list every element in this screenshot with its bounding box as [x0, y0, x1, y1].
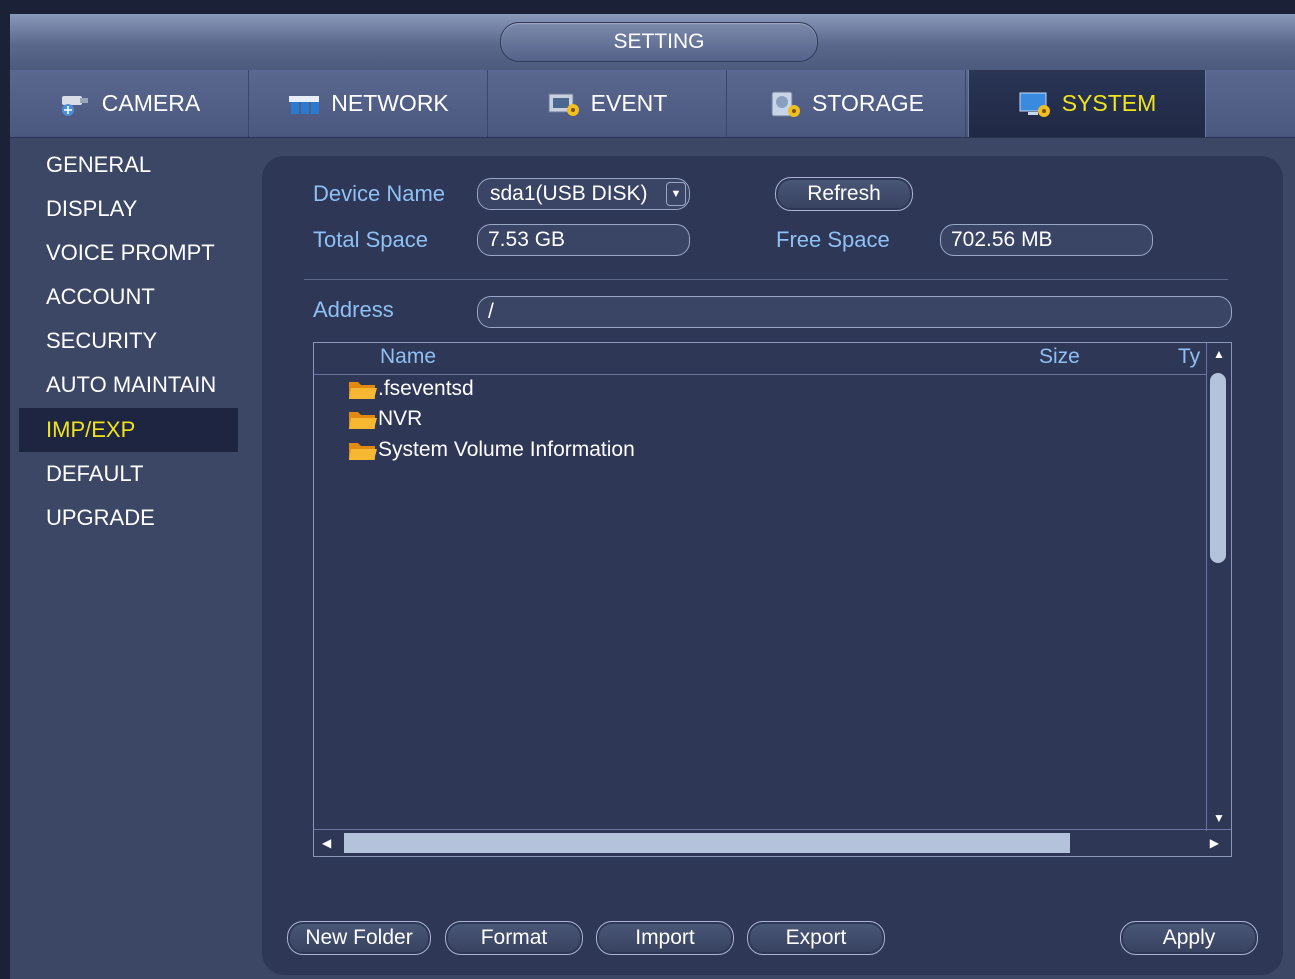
camera-icon: [61, 95, 88, 116]
format-button[interactable]: Format: [445, 921, 583, 955]
list-item[interactable]: System Volume Information: [348, 435, 635, 465]
device-name-value: sda1(USB DISK): [490, 182, 648, 205]
sidebar-item-display[interactable]: DISPLAY: [19, 187, 238, 231]
file-list[interactable]: Name Size Ty .fseventsd NVR System Volum…: [313, 342, 1232, 857]
tab-camera-label: CAMERA: [101, 90, 201, 116]
tab-bar: CAMERA NETWORK EVENT STORAGE SYSTEM: [10, 70, 1295, 138]
free-space-field: 702.56 MB: [940, 224, 1153, 256]
scroll-up-arrow-icon[interactable]: ▲: [1213, 347, 1225, 361]
window-title: SETTING: [500, 22, 818, 62]
scroll-right-arrow-icon[interactable]: ▶: [1210, 836, 1219, 850]
address-input[interactable]: /: [477, 296, 1232, 328]
scroll-down-arrow-icon[interactable]: ▼: [1213, 811, 1225, 825]
column-header-size[interactable]: Size: [1039, 345, 1080, 369]
sidebar-item-account[interactable]: ACCOUNT: [19, 275, 238, 319]
new-folder-button[interactable]: New Folder: [287, 921, 431, 955]
column-header-type[interactable]: Ty: [1178, 345, 1200, 369]
storage-icon: [771, 91, 800, 117]
address-label: Address: [313, 297, 394, 322]
sidebar-item-upgrade[interactable]: UPGRADE: [19, 496, 238, 540]
sidebar-item-general[interactable]: GENERAL: [19, 143, 238, 187]
folder-icon: [349, 443, 377, 460]
folder-icon: [349, 412, 377, 429]
system-icon: [1019, 92, 1050, 117]
tab-event-label: EVENT: [590, 90, 668, 116]
tab-event[interactable]: EVENT: [488, 70, 727, 137]
apply-button[interactable]: Apply: [1120, 921, 1258, 955]
horizontal-scrollbar[interactable]: ◀ ▶: [314, 829, 1231, 856]
tab-system-label: SYSTEM: [1061, 90, 1157, 116]
file-name: NVR: [378, 407, 423, 430]
divider: [304, 279, 1228, 280]
total-space-field: 7.53 GB: [477, 224, 690, 256]
total-space-label: Total Space: [313, 227, 428, 252]
sidebar-item-default[interactable]: DEFAULT: [19, 452, 238, 496]
tab-storage[interactable]: STORAGE: [727, 70, 966, 137]
sidebar-item-security[interactable]: SECURITY: [19, 319, 238, 363]
file-list-header: Name Size Ty: [314, 343, 1206, 375]
scroll-left-arrow-icon[interactable]: ◀: [322, 836, 331, 850]
list-item[interactable]: NVR: [348, 404, 422, 434]
folder-icon: [349, 382, 377, 399]
chevron-down-icon[interactable]: ▼: [666, 182, 686, 206]
file-name: .fseventsd: [378, 377, 474, 400]
vertical-scrollbar[interactable]: ▲ ▼: [1206, 343, 1231, 831]
tab-camera[interactable]: CAMERA: [10, 70, 249, 137]
vertical-scroll-thumb[interactable]: [1210, 373, 1226, 563]
horizontal-scroll-thumb[interactable]: [344, 833, 1070, 853]
tab-network[interactable]: NETWORK: [249, 70, 488, 137]
tab-storage-label: STORAGE: [811, 90, 925, 116]
event-icon: [548, 93, 579, 116]
export-button[interactable]: Export: [747, 921, 885, 955]
tab-network-label: NETWORK: [331, 90, 449, 116]
import-button[interactable]: Import: [596, 921, 734, 955]
sidebar-item-auto-maintain[interactable]: AUTO MAINTAIN: [19, 363, 238, 407]
device-name-label: Device Name: [313, 181, 446, 206]
tab-system[interactable]: SYSTEM: [968, 70, 1206, 137]
sidebar-item-voice-prompt[interactable]: VOICE PROMPT: [19, 231, 238, 275]
network-icon: [289, 95, 320, 114]
file-name: System Volume Information: [378, 438, 635, 461]
free-space-label: Free Space: [776, 227, 890, 252]
title-bar: SETTING: [10, 14, 1295, 70]
list-item[interactable]: .fseventsd: [348, 374, 474, 404]
column-header-name[interactable]: Name: [380, 345, 436, 369]
device-name-select[interactable]: sda1(USB DISK) ▼: [477, 178, 690, 210]
sidebar-item-imp-exp[interactable]: IMP/EXP: [19, 408, 238, 452]
refresh-button[interactable]: Refresh: [775, 177, 913, 211]
